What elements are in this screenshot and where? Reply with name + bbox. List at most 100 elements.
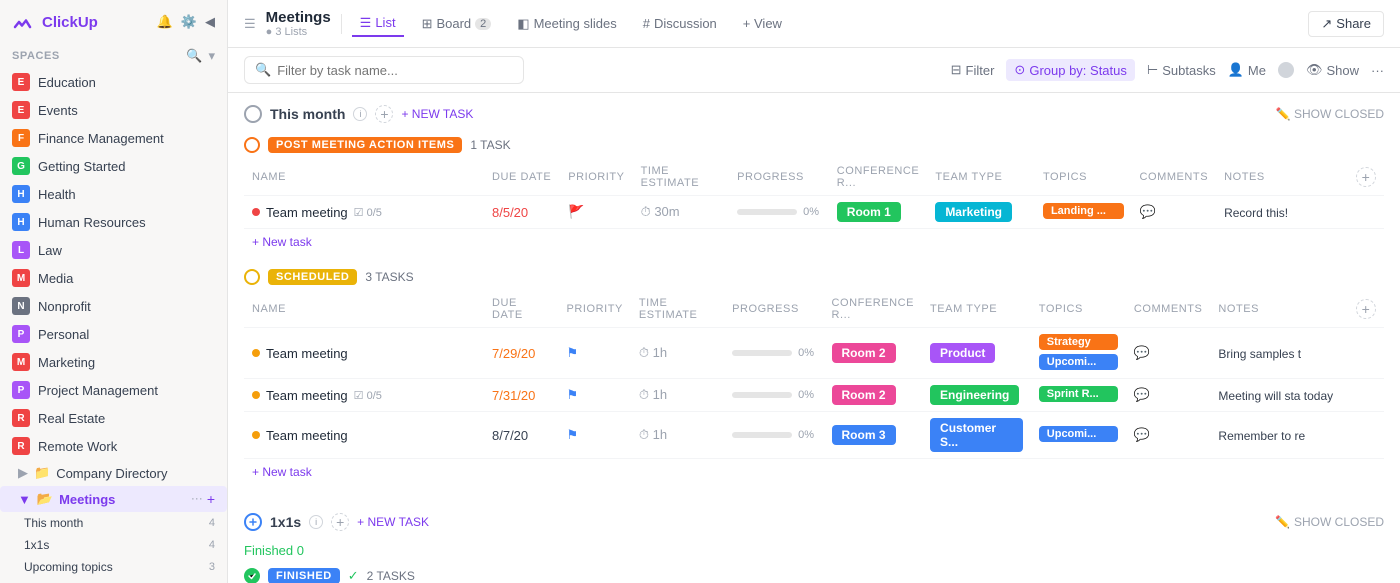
folder-company-directory[interactable]: ▶ 📁 Company Directory <box>0 460 227 486</box>
section-title-this-month: This month <box>270 106 345 122</box>
sidebar-item-personal[interactable]: P Personal <box>0 320 227 348</box>
info-icon[interactable]: i <box>353 107 367 121</box>
show-closed-button-1x1s[interactable]: ✏️ SHOW CLOSED <box>1275 515 1384 529</box>
me-button[interactable]: 👤 Me <box>1228 62 1266 78</box>
sidebar-item-education[interactable]: E Education <box>0 68 227 96</box>
col-header-time: TIME ESTIMATE <box>631 291 724 328</box>
settings-icon[interactable]: ⚙️ <box>181 14 197 30</box>
add-task-circle-button-1x1s[interactable]: + <box>331 513 349 531</box>
tab-board[interactable]: ⊞ Board 2 <box>414 12 500 36</box>
tab-view[interactable]: + View <box>735 12 790 35</box>
comments-cell[interactable]: 💬 <box>1134 345 1150 361</box>
comments-cell[interactable]: 💬 <box>1134 387 1150 403</box>
search-bar[interactable]: 🔍 <box>244 56 524 84</box>
col-header-priority: PRIORITY <box>559 291 631 328</box>
col-header-notes: NOTES <box>1216 159 1348 196</box>
col-header-name: NAME <box>244 291 484 328</box>
table-row: Team meeting ☑ 0/5 8/5/20 🚩 ⏱ 30m <box>244 196 1384 229</box>
col-header-add[interactable]: + <box>1348 291 1384 328</box>
filter-button[interactable]: ⊟ Filter <box>951 62 995 78</box>
status-group-header-post-meeting: POST MEETING ACTION ITEMS 1 TASK <box>244 131 1384 159</box>
table-header-row-scheduled: NAME DUE DATE PRIORITY TIME ESTIMATE PRO… <box>244 291 1384 328</box>
sidebar-item-media[interactable]: M Media <box>0 264 227 292</box>
sidebar-item-nonprofit[interactable]: N Nonprofit <box>0 292 227 320</box>
status-circle-scheduled <box>244 269 260 285</box>
folder-meetings[interactable]: ▼ 📂 Meetings ··· + <box>0 486 227 512</box>
tab-discussion[interactable]: # Discussion <box>635 12 725 35</box>
toolbar-left: 🔍 <box>244 56 943 84</box>
meetings-subitem-upcoming-topics[interactable]: Upcoming topics 3 <box>0 556 227 578</box>
folder-remote-onboarding[interactable]: ▶ 📁 Remote Onboarding <box>0 578 227 583</box>
status-group-post-meeting: POST MEETING ACTION ITEMS 1 TASK NAME DU… <box>244 131 1384 255</box>
col-header-add[interactable]: + <box>1348 159 1384 196</box>
task-name-cell: Team meeting <box>252 428 476 443</box>
show-button[interactable]: 👁 Show <box>1306 62 1359 78</box>
group-by-status-button[interactable]: ⊙ Group by: Status <box>1006 59 1134 81</box>
sidebar: ClickUp 🔔 ⚙️ ◀ SPACES 🔍 ▾ E Education <box>0 0 228 583</box>
new-task-link-scheduled[interactable]: + New task <box>244 459 1384 485</box>
slides-icon: ◧ <box>517 16 529 32</box>
info-icon-1x1s[interactable]: i <box>309 515 323 529</box>
section-header-this-month: This month i + + NEW TASK ✏️ SHOW CLOSED <box>228 93 1400 131</box>
avatar-filter-button[interactable] <box>1278 62 1294 78</box>
sidebar-item-health[interactable]: H Health <box>0 180 227 208</box>
topics-cell: Strategy Upcomi... <box>1039 334 1118 372</box>
group-icon: ⊙ <box>1014 62 1025 78</box>
new-task-button-1x1s[interactable]: + NEW TASK <box>357 515 429 529</box>
add-icon[interactable]: + <box>207 491 215 507</box>
divider <box>341 14 342 34</box>
conference-room-cell: Room 2 <box>832 343 896 363</box>
conference-room-cell: Room 2 <box>832 385 896 405</box>
show-closed-button[interactable]: ✏️ SHOW CLOSED <box>1276 107 1384 121</box>
notes-cell: Meeting will sta today <box>1218 389 1333 403</box>
more-icon[interactable]: ··· <box>191 491 203 507</box>
topics-cell: Sprint R... <box>1039 386 1118 404</box>
sidebar-item-events[interactable]: E Events <box>0 96 227 124</box>
pencil-icon: ✏️ <box>1275 515 1290 529</box>
col-header-comments: COMMENTS <box>1126 291 1211 328</box>
task-status-dot <box>252 208 260 216</box>
due-date-cell: 8/7/20 <box>492 428 528 443</box>
sidebar-item-law[interactable]: L Law <box>0 236 227 264</box>
team-type-cell: Product <box>930 343 995 363</box>
subtasks-button[interactable]: ⊢ Subtasks <box>1147 62 1216 78</box>
search-icon[interactable]: 🔍 <box>186 48 202 64</box>
sidebar-item-remote-work[interactable]: R Remote Work <box>0 432 227 460</box>
tab-list[interactable]: ☰ List <box>352 11 404 37</box>
bell-icon[interactable]: 🔔 <box>157 14 173 30</box>
section-circle-icon-1x1s <box>244 513 262 531</box>
new-task-button-this-month[interactable]: + NEW TASK <box>401 107 473 121</box>
status-circle-post-meeting <box>244 137 260 153</box>
col-header-priority: PRIORITY <box>560 159 632 196</box>
add-task-circle-button[interactable]: + <box>375 105 393 123</box>
comments-cell[interactable]: 💬 <box>1134 427 1150 443</box>
folder-icon: 📁 <box>34 465 50 481</box>
search-input[interactable] <box>277 63 477 78</box>
col-header-progress: PROGRESS <box>729 159 829 196</box>
col-header-topics: TOPICS <box>1035 159 1132 196</box>
meetings-subitem-1x1s[interactable]: 1x1s 4 <box>0 534 227 556</box>
sidebar-item-finance[interactable]: F Finance Management <box>0 124 227 152</box>
team-type-cell: Marketing <box>935 202 1012 222</box>
status-group-scheduled: SCHEDULED 3 TASKS NAME DUE DATE PRIORITY… <box>244 263 1384 485</box>
comments-cell[interactable]: 💬 <box>1140 204 1156 220</box>
more-options-button[interactable]: ··· <box>1371 63 1384 78</box>
filter-icon: ⊟ <box>951 62 962 78</box>
tab-meeting-slides[interactable]: ◧ Meeting slides <box>509 12 624 36</box>
subtasks-icon: ⊢ <box>1147 62 1158 78</box>
topbar-left: ☰ Meetings ● 3 Lists ☰ List ⊞ Board 2 <box>244 9 1300 38</box>
sidebar-item-project-management[interactable]: P Project Management <box>0 376 227 404</box>
sidebar-item-real-estate[interactable]: R Real Estate <box>0 404 227 432</box>
sidebar-item-getting-started[interactable]: G Getting Started <box>0 152 227 180</box>
due-date-cell: 7/31/20 <box>492 388 535 403</box>
meetings-subitem-this-month[interactable]: This month 4 <box>0 512 227 534</box>
sidebar-item-marketing[interactable]: M Marketing <box>0 348 227 376</box>
sidebar-item-human-resources[interactable]: H Human Resources <box>0 208 227 236</box>
collapse-icon[interactable]: ◀ <box>205 14 215 30</box>
share-button[interactable]: ↗ Share <box>1308 11 1384 37</box>
chevron-down-icon[interactable]: ▾ <box>208 48 215 64</box>
new-task-link-post-meeting[interactable]: + New task <box>244 229 1384 255</box>
task-status-dot <box>252 431 260 439</box>
col-header-time: TIME ESTIMATE <box>633 159 730 196</box>
discussion-icon: # <box>643 16 650 31</box>
